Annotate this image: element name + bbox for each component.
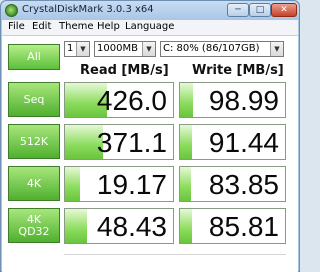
read-bar [65, 167, 81, 201]
512k-read-result: 371.1 [64, 124, 174, 160]
app-window: CrystalDiskMark 3.0.3 x64 ─ □ ✕ File Edi… [0, 0, 300, 272]
read-header: Read [MB/s] [80, 63, 169, 78]
menu-theme[interactable]: Theme [59, 21, 94, 32]
row-label: 4K [26, 212, 42, 226]
read-value: 371.1 [96, 127, 167, 158]
write-value: 91.44 [208, 127, 279, 158]
test-size-value: 1000MB [97, 43, 138, 54]
menu-language[interactable]: Language [125, 21, 174, 32]
4k-test-button[interactable]: 4K [8, 166, 60, 201]
read-value: 426.0 [96, 85, 167, 116]
write-value: 98.99 [208, 85, 279, 116]
seq-write-result: 98.99 [179, 82, 286, 118]
chevron-down-icon: ▼ [270, 42, 283, 56]
menu-file[interactable]: File [8, 21, 25, 32]
close-button[interactable]: ✕ [271, 3, 297, 17]
chevron-down-icon: ▼ [142, 42, 155, 56]
read-value: 19.17 [96, 169, 167, 200]
menu-bar: File Edit Theme Help Language [2, 20, 298, 36]
minimize-button[interactable]: ─ [227, 3, 249, 17]
4k-qd32-write-result: 85.81 [179, 208, 286, 244]
drive-select[interactable]: C: 80% (86/107GB) ▼ [160, 41, 284, 57]
crystaldiskmark-icon [5, 4, 18, 17]
maximize-button[interactable]: □ [249, 3, 271, 17]
4k-qd32-test-button[interactable]: 4K QD32 [8, 208, 60, 243]
4k-write-result: 83.85 [179, 166, 286, 202]
512k-test-button[interactable]: 512K [8, 124, 60, 159]
status-area [64, 254, 286, 269]
test-size-select[interactable]: 1000MB ▼ [94, 41, 156, 57]
row-label: 512K [19, 134, 49, 148]
read-value: 48.43 [96, 211, 167, 242]
write-value: 85.81 [208, 211, 279, 242]
write-bar [180, 209, 192, 243]
write-bar [180, 83, 193, 117]
test-count-select[interactable]: 1 ▼ [64, 41, 90, 57]
seq-read-result: 426.0 [64, 82, 174, 118]
window-title: CrystalDiskMark 3.0.3 x64 [22, 4, 154, 15]
title-bar: CrystalDiskMark 3.0.3 x64 ─ □ ✕ [1, 1, 299, 20]
4k-qd32-read-result: 48.43 [64, 208, 174, 244]
seq-test-button[interactable]: Seq [8, 82, 60, 117]
write-value: 83.85 [208, 169, 279, 200]
write-header: Write [MB/s] [192, 63, 284, 78]
chevron-down-icon: ▼ [76, 42, 89, 56]
all-button[interactable]: All [8, 44, 60, 70]
4k-read-result: 19.17 [64, 166, 174, 202]
test-count-value: 1 [67, 43, 74, 54]
row-label: 4K [26, 176, 42, 190]
write-bar [180, 125, 192, 159]
write-bar [180, 167, 191, 201]
drive-value: C: 80% (86/107GB) [163, 43, 260, 54]
row-sublabel: QD32 [18, 224, 50, 238]
read-bar [65, 209, 87, 243]
512k-write-result: 91.44 [179, 124, 286, 160]
benchmark-panel: All 1 ▼ 1000MB ▼ C: 80% (86/107GB) ▼ Rea… [2, 36, 298, 272]
row-label: Seq [23, 92, 45, 106]
menu-help[interactable]: Help [97, 21, 120, 32]
menu-edit[interactable]: Edit [32, 21, 51, 32]
